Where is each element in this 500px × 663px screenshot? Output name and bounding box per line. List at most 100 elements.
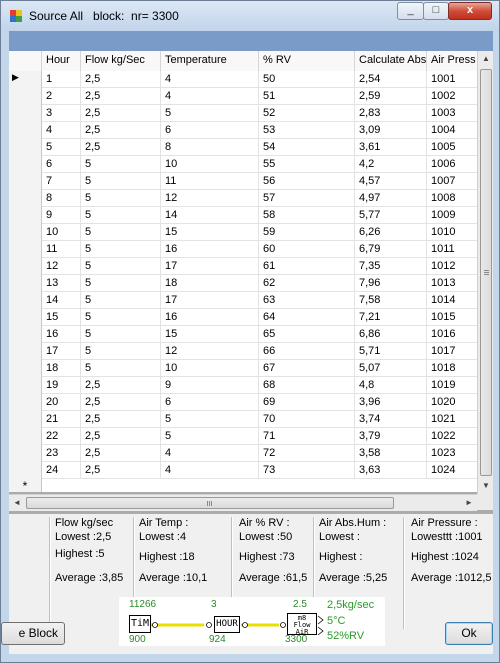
table-row[interactable]: 22 2,5 5 71 3,79 1022 bbox=[9, 428, 481, 445]
block-button[interactable]: e Block bbox=[1, 622, 65, 645]
table-cell[interactable]: 59 bbox=[259, 224, 355, 241]
table-row[interactable]: 9 5 14 58 5,77 1009 bbox=[9, 207, 481, 224]
table-cell[interactable]: 61 bbox=[259, 258, 355, 275]
scroll-up-arrow-icon[interactable]: ▲ bbox=[478, 51, 493, 67]
table-cell[interactable]: 5 bbox=[161, 105, 259, 122]
table-cell[interactable]: 1004 bbox=[427, 122, 481, 139]
table-cell[interactable]: 5 bbox=[81, 156, 161, 173]
table-row[interactable]: 23 2,5 4 72 3,58 1023 bbox=[9, 445, 481, 462]
table-cell[interactable]: 1005 bbox=[427, 139, 481, 156]
row-header[interactable] bbox=[9, 343, 42, 360]
table-cell[interactable]: 9 bbox=[42, 207, 81, 224]
table-cell[interactable]: 4 bbox=[161, 462, 259, 479]
table-cell[interactable]: 5 bbox=[81, 360, 161, 377]
table-cell[interactable]: 52 bbox=[259, 105, 355, 122]
horizontal-scrollbar[interactable]: ◄ ► bbox=[9, 494, 477, 511]
table-cell[interactable]: 3,96 bbox=[355, 394, 427, 411]
row-header[interactable]: ▶ bbox=[9, 71, 42, 88]
table-cell[interactable]: 5 bbox=[161, 411, 259, 428]
data-grid[interactable]: Hour Flow kg/Sec Temperature% RV Calculate … bbox=[9, 51, 493, 514]
table-cell[interactable]: 2,83 bbox=[355, 105, 427, 122]
row-header[interactable] bbox=[9, 360, 42, 377]
table-cell[interactable]: 2,5 bbox=[81, 394, 161, 411]
table-cell[interactable]: 1008 bbox=[427, 190, 481, 207]
table-cell[interactable]: 2,5 bbox=[81, 88, 161, 105]
table-cell[interactable]: 5 bbox=[81, 343, 161, 360]
column-header[interactable]: % RV bbox=[259, 51, 355, 71]
table-cell[interactable]: 1022 bbox=[427, 428, 481, 445]
table-cell[interactable]: 3,09 bbox=[355, 122, 427, 139]
table-cell[interactable]: 7,21 bbox=[355, 309, 427, 326]
table-cell[interactable]: 53 bbox=[259, 122, 355, 139]
table-row[interactable]: 3 2,5 5 52 2,83 1003 bbox=[9, 105, 481, 122]
table-cell[interactable]: 24 bbox=[42, 462, 81, 479]
table-cell[interactable]: 2,5 bbox=[81, 122, 161, 139]
row-header[interactable] bbox=[9, 445, 42, 462]
table-row[interactable]: 20 2,5 6 69 3,96 1020 bbox=[9, 394, 481, 411]
table-cell[interactable]: 1001 bbox=[427, 71, 481, 88]
table-cell[interactable]: 18 bbox=[42, 360, 81, 377]
table-row[interactable]: 6 5 10 55 4,2 1006 bbox=[9, 156, 481, 173]
table-cell[interactable]: 4 bbox=[42, 122, 81, 139]
scroll-left-arrow-icon[interactable]: ◄ bbox=[9, 495, 25, 511]
table-cell[interactable]: 63 bbox=[259, 292, 355, 309]
table-cell[interactable]: 1007 bbox=[427, 173, 481, 190]
table-cell[interactable]: 20 bbox=[42, 394, 81, 411]
table-row[interactable]: 7 5 11 56 4,57 1007 bbox=[9, 173, 481, 190]
table-cell[interactable]: 3,74 bbox=[355, 411, 427, 428]
table-cell[interactable]: 1 bbox=[42, 71, 81, 88]
table-cell[interactable]: 12 bbox=[42, 258, 81, 275]
table-cell[interactable]: 4 bbox=[161, 88, 259, 105]
table-row[interactable]: 14 5 17 63 7,58 1014 bbox=[9, 292, 481, 309]
table-cell[interactable]: 12 bbox=[161, 343, 259, 360]
table-cell[interactable]: 60 bbox=[259, 241, 355, 258]
table-cell[interactable]: 1006 bbox=[427, 156, 481, 173]
table-cell[interactable]: 2,5 bbox=[81, 445, 161, 462]
table-cell[interactable]: 2,5 bbox=[81, 377, 161, 394]
horizontal-scroll-thumb[interactable] bbox=[26, 497, 394, 509]
table-cell[interactable]: 22 bbox=[42, 428, 81, 445]
table-cell[interactable]: 1017 bbox=[427, 343, 481, 360]
table-cell[interactable]: 1010 bbox=[427, 224, 481, 241]
row-header[interactable] bbox=[9, 377, 42, 394]
table-cell[interactable]: 5 bbox=[161, 428, 259, 445]
table-cell[interactable]: 15 bbox=[42, 309, 81, 326]
table-cell[interactable]: 2,5 bbox=[81, 462, 161, 479]
table-cell[interactable]: 1021 bbox=[427, 411, 481, 428]
table-cell[interactable]: 6,86 bbox=[355, 326, 427, 343]
table-cell[interactable]: 1015 bbox=[427, 309, 481, 326]
table-cell[interactable]: 3,79 bbox=[355, 428, 427, 445]
table-cell[interactable]: 14 bbox=[161, 207, 259, 224]
table-row[interactable]: 5 2,5 8 54 3,61 1005 bbox=[9, 139, 481, 156]
row-header[interactable] bbox=[9, 309, 42, 326]
air-flow-block[interactable]: m8 Flow AiR bbox=[287, 613, 317, 636]
table-cell[interactable]: 70 bbox=[259, 411, 355, 428]
table-cell[interactable]: 3,61 bbox=[355, 139, 427, 156]
table-cell[interactable]: 5 bbox=[81, 309, 161, 326]
table-cell[interactable]: 8 bbox=[161, 139, 259, 156]
table-cell[interactable]: 1013 bbox=[427, 275, 481, 292]
table-cell[interactable]: 4 bbox=[161, 445, 259, 462]
table-cell[interactable]: 7,96 bbox=[355, 275, 427, 292]
table-cell[interactable]: 1020 bbox=[427, 394, 481, 411]
scroll-down-arrow-icon[interactable]: ▼ bbox=[478, 478, 493, 494]
table-row[interactable]: 13 5 18 62 7,96 1013 bbox=[9, 275, 481, 292]
table-cell[interactable]: 14 bbox=[42, 292, 81, 309]
table-cell[interactable]: 68 bbox=[259, 377, 355, 394]
table-row[interactable]: 12 5 17 61 7,35 1012 bbox=[9, 258, 481, 275]
table-cell[interactable]: 4,97 bbox=[355, 190, 427, 207]
scroll-right-arrow-icon[interactable]: ► bbox=[461, 495, 477, 511]
table-cell[interactable]: 18 bbox=[161, 275, 259, 292]
table-cell[interactable]: 4 bbox=[161, 71, 259, 88]
table-row[interactable]: 21 2,5 5 70 3,74 1021 bbox=[9, 411, 481, 428]
table-row[interactable]: 2 2,5 4 51 2,59 1002 bbox=[9, 88, 481, 105]
table-cell[interactable]: 1016 bbox=[427, 326, 481, 343]
table-cell[interactable]: 2,5 bbox=[81, 411, 161, 428]
table-cell[interactable]: 6 bbox=[42, 156, 81, 173]
table-cell[interactable]: 5 bbox=[81, 258, 161, 275]
table-cell[interactable]: 2,5 bbox=[81, 428, 161, 445]
row-header[interactable] bbox=[9, 241, 42, 258]
table-cell[interactable]: 16 bbox=[161, 309, 259, 326]
table-row[interactable]: 11 5 16 60 6,79 1011 bbox=[9, 241, 481, 258]
row-header[interactable] bbox=[9, 292, 42, 309]
